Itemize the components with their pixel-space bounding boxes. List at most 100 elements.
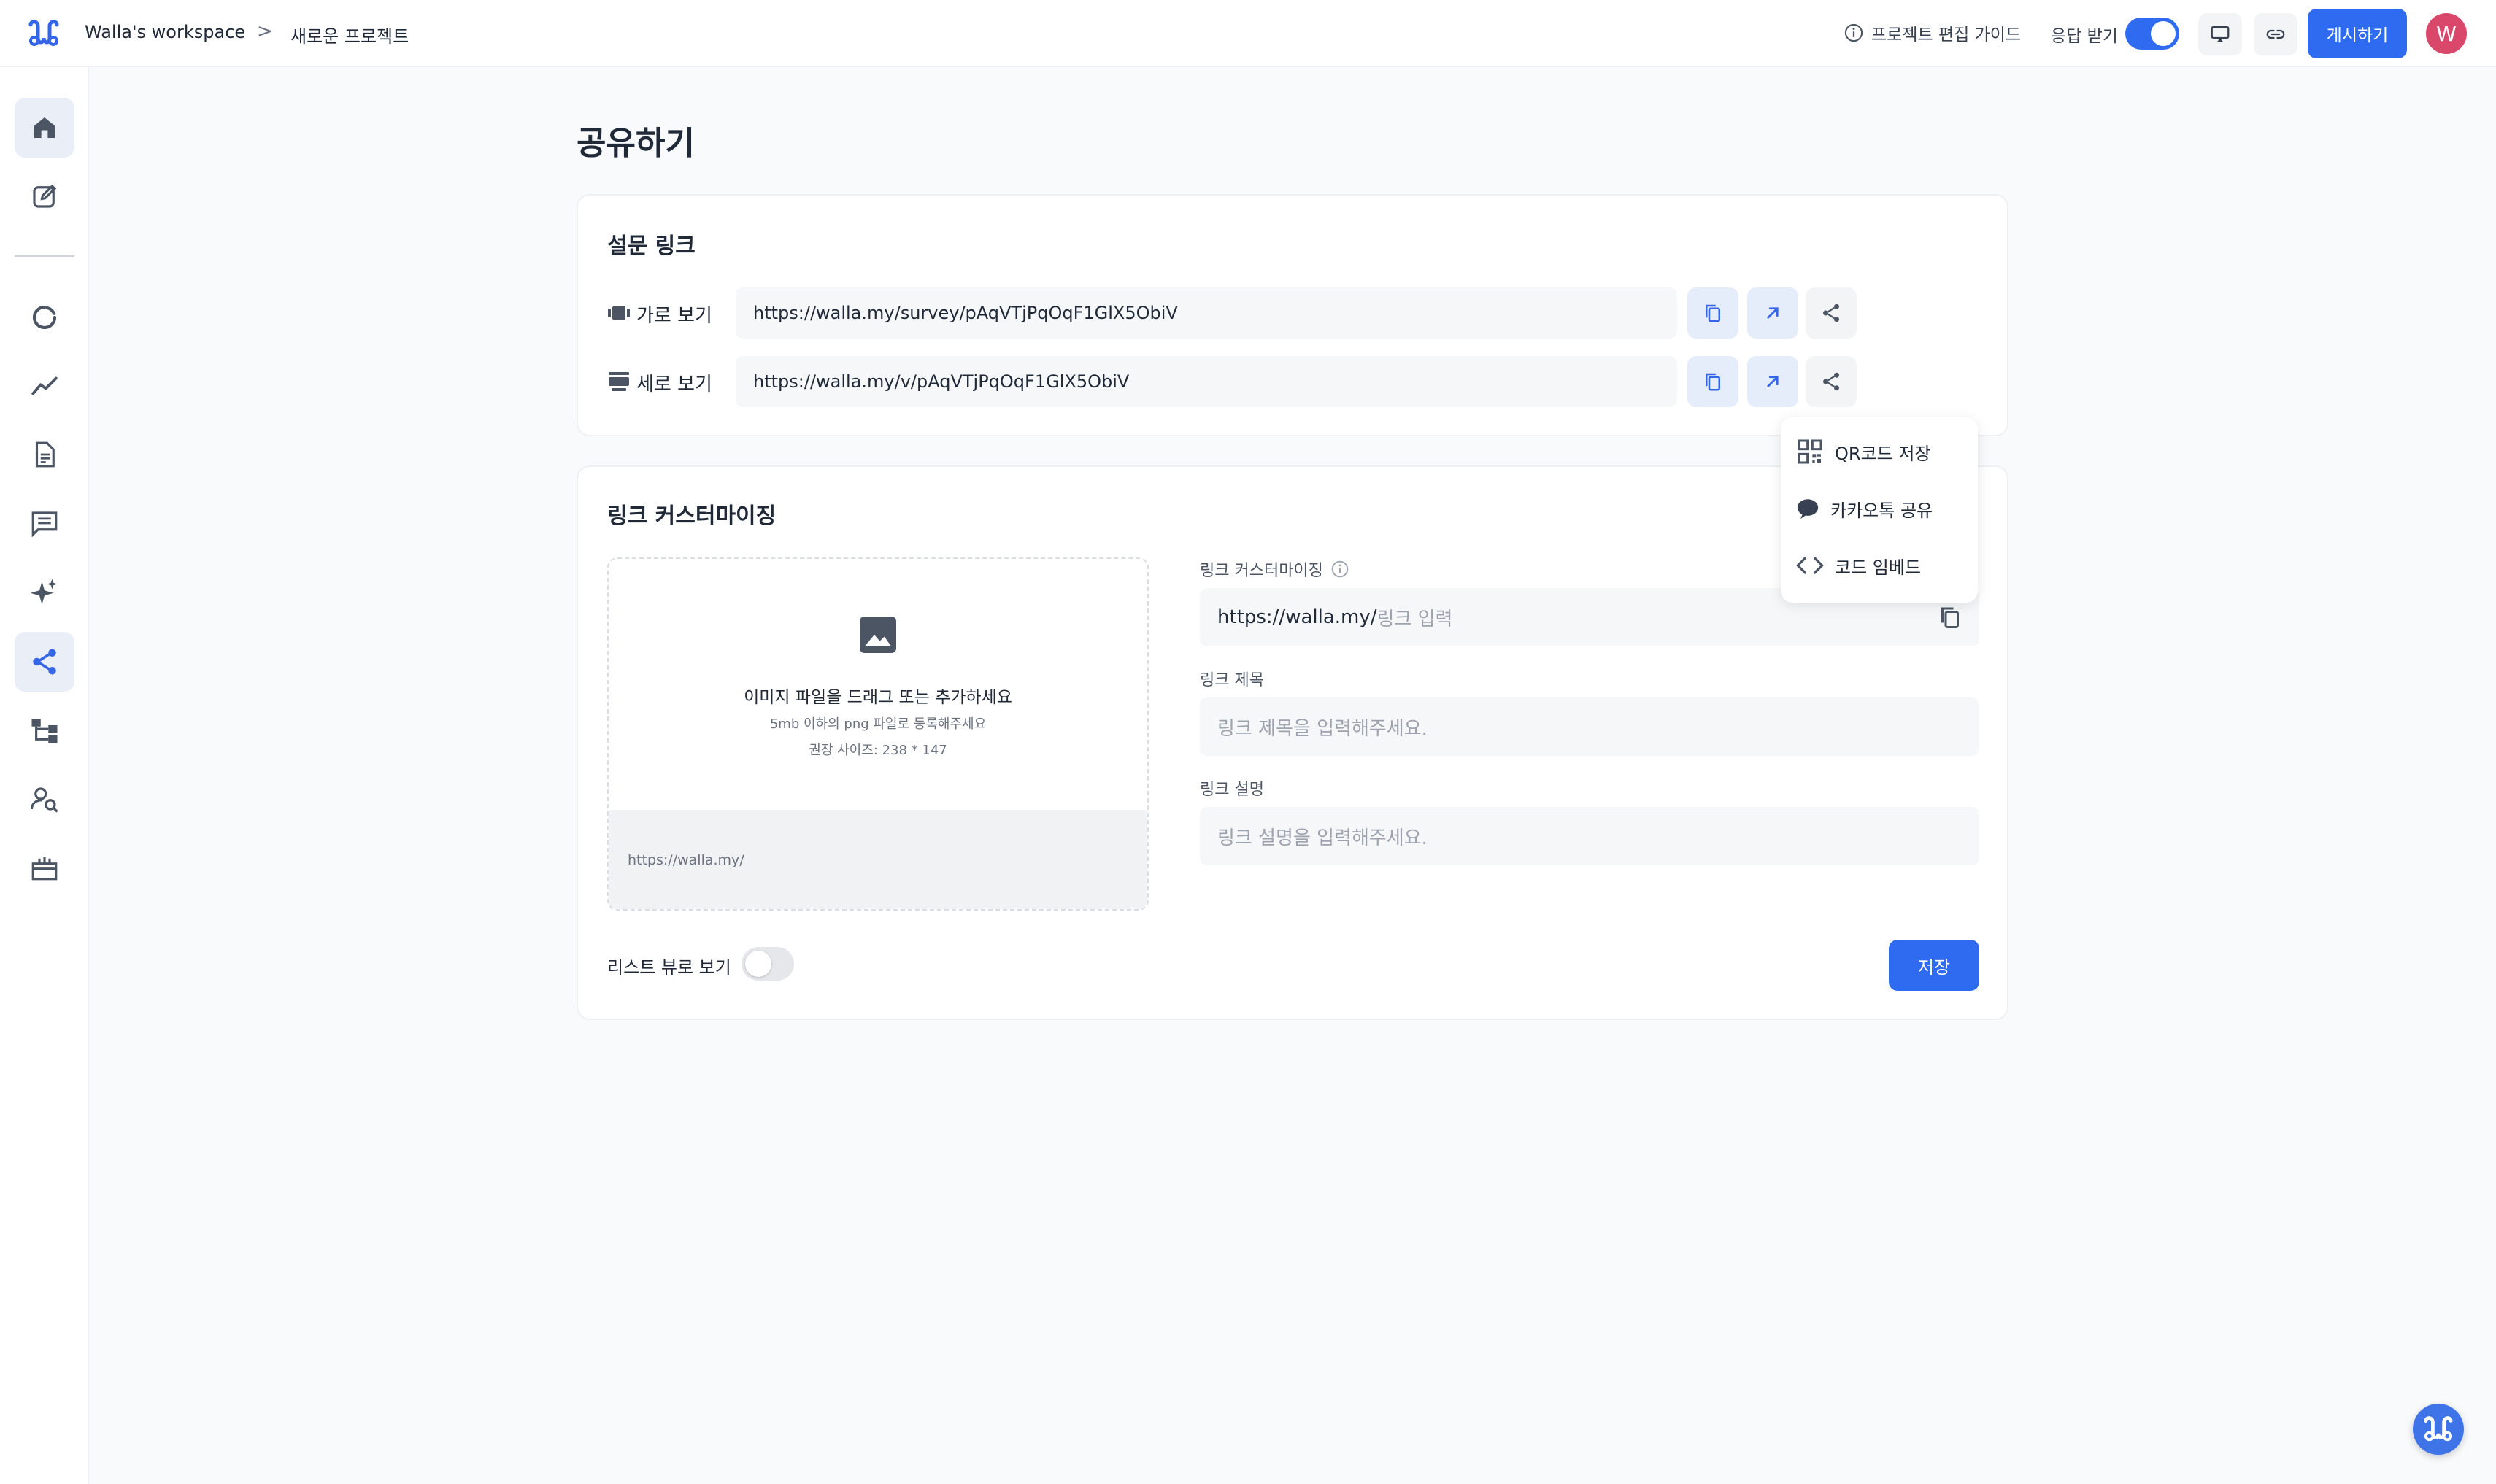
qr-code-icon (1798, 439, 1822, 464)
sidebar-divider (15, 255, 74, 257)
analytics-icon (31, 376, 58, 395)
sidebar-item-document[interactable] (15, 425, 74, 484)
copy-icon (1706, 304, 1720, 322)
link-title-placeholder: 링크 제목을 입력해주세요. (1217, 717, 1428, 740)
share-icon (33, 649, 56, 675)
horizontal-view-icon (608, 306, 630, 320)
horizontal-url-field[interactable]: https://walla.my/survey/pAqVTjPqOqF1GlX5… (736, 287, 1677, 339)
copy-icon[interactable] (1937, 604, 1963, 630)
open-vertical-button[interactable] (1747, 356, 1798, 407)
comments-icon (31, 511, 58, 538)
open-external-icon (1767, 376, 1779, 387)
help-chat-button[interactable] (2413, 1404, 2464, 1455)
top-header: Walla's workspace > 새로운 프로젝트 프로젝트 편집 가이드… (0, 0, 2496, 67)
qr-save-item[interactable]: QR코드 저장 (1795, 433, 1931, 470)
open-horizontal-button[interactable] (1747, 287, 1798, 339)
code-icon (1796, 557, 1824, 574)
list-view-toggle[interactable] (742, 947, 794, 981)
upload-size-hint: 5mb 이하의 png 파일로 등록해주세요 (769, 716, 987, 732)
breadcrumb-workspace[interactable]: Walla's workspace (85, 22, 245, 42)
custom-link-placeholder: 링크 입력 (1376, 608, 1453, 630)
save-button[interactable]: 저장 (1889, 940, 1979, 991)
share-vertical-button[interactable] (1806, 356, 1857, 407)
share-icon (1823, 304, 1839, 322)
breadcrumb-project[interactable]: 새로운 프로젝트 (290, 22, 409, 47)
edit-icon (33, 184, 57, 208)
kakao-chat-icon (1797, 499, 1819, 519)
edit-guide-label: 프로젝트 편집 가이드 (1871, 26, 2022, 45)
info-icon[interactable] (1330, 560, 1349, 579)
custom-link-prefix: https://walla.my/ (1217, 606, 1377, 628)
document-icon (35, 441, 55, 468)
sidebar-item-edit[interactable] (15, 166, 74, 226)
link-title-input[interactable]: 링크 제목을 입력해주세요. (1200, 697, 1979, 756)
page-title: 공유하기 (577, 125, 695, 162)
qr-save-label: QR코드 저장 (1835, 443, 1931, 464)
custom-link-label: 링크 커스터마이징 (1200, 557, 1349, 581)
sidebar-item-share[interactable] (15, 632, 74, 692)
code-embed-label: 코드 임베드 (1835, 557, 1922, 578)
gift-icon (31, 857, 58, 881)
walla-logo-icon (2424, 1416, 2453, 1442)
responses-label: 응답 받기 (2051, 27, 2118, 46)
link-icon (2266, 29, 2285, 39)
share-dropdown-menu: QR코드 저장 카카오톡 공유 코드 임베드 (1781, 417, 1978, 603)
user-search-icon (30, 787, 58, 813)
copy-icon (1706, 373, 1720, 391)
link-desc-placeholder: 링크 설명을 입력해주세요. (1217, 827, 1428, 849)
sidebar-item-user-search[interactable] (15, 769, 74, 829)
monitor-icon (2211, 26, 2230, 42)
list-view-label: 리스트 뷰로 보기 (607, 957, 731, 978)
vertical-url-field[interactable]: https://walla.my/v/pAqVTjPqOqF1GlX5ObiV (736, 356, 1677, 407)
survey-link-card: 설문 링크 가로 보기 https://walla.my/survey/pAqV… (577, 194, 2008, 436)
open-external-icon (1767, 307, 1779, 319)
share-icon (1823, 372, 1839, 391)
edit-guide-link[interactable]: 프로젝트 편집 가이드 (1844, 20, 2021, 45)
responses-toggle[interactable] (2125, 18, 2179, 50)
kakao-share-label: 카카오톡 공유 (1830, 500, 1933, 521)
kakao-share-item[interactable]: 카카오톡 공유 (1795, 490, 1933, 527)
home-icon (34, 117, 55, 138)
share-horizontal-button[interactable] (1806, 287, 1857, 339)
upload-recommended-size: 권장 사이즈: 238 * 147 (809, 743, 947, 758)
copy-link-button[interactable] (2254, 13, 2297, 55)
toggle-knob (745, 951, 771, 977)
link-desc-label: 링크 설명 (1200, 781, 1264, 799)
preview-button[interactable] (2198, 13, 2242, 55)
sidebar-item-gift[interactable] (15, 838, 74, 897)
link-title-label: 링크 제목 (1200, 671, 1264, 689)
toggle-knob (2151, 21, 2176, 46)
preview-footer: https://walla.my/ (609, 810, 1147, 909)
survey-link-title: 설문 링크 (607, 233, 696, 259)
copy-horizontal-button[interactable] (1687, 287, 1738, 339)
horizontal-link-row: 가로 보기 https://walla.my/survey/pAqVTjPqOq… (607, 287, 1979, 339)
sidebar-item-ai[interactable] (15, 562, 74, 622)
breadcrumb-separator: > (257, 20, 273, 42)
image-icon (860, 617, 896, 653)
info-icon (1844, 23, 1863, 42)
sidebar (0, 67, 89, 1484)
copy-vertical-button[interactable] (1687, 356, 1738, 407)
refresh-icon (32, 305, 57, 330)
link-customize-title: 링크 커스터마이징 (607, 503, 777, 529)
custom-link-label-text: 링크 커스터마이징 (1200, 562, 1323, 580)
sidebar-item-flow[interactable] (15, 700, 74, 760)
sidebar-item-analytics[interactable] (15, 356, 74, 416)
vertical-view-label: 세로 보기 (636, 374, 712, 395)
sidebar-item-refresh[interactable] (15, 287, 74, 347)
walla-logo-icon[interactable] (28, 19, 60, 48)
sparkle-icon (30, 579, 58, 605)
image-upload-dropzone[interactable]: 이미지 파일을 드래그 또는 추가하세요 5mb 이하의 png 파일로 등록해… (607, 557, 1149, 911)
sidebar-item-home[interactable] (15, 98, 74, 158)
horizontal-view-label: 가로 보기 (636, 305, 712, 327)
avatar[interactable]: W (2426, 13, 2467, 54)
link-desc-input[interactable]: 링크 설명을 입력해주세요. (1200, 807, 1979, 865)
vertical-link-row: 세로 보기 https://walla.my/v/pAqVTjPqOqF1GlX… (607, 356, 1979, 407)
publish-button[interactable]: 게시하기 (2308, 9, 2407, 58)
sidebar-item-comments[interactable] (15, 493, 74, 553)
flow-icon (31, 719, 58, 743)
preview-footer-url: https://walla.my/ (628, 852, 744, 868)
vertical-view-icon (609, 372, 629, 391)
code-embed-item[interactable]: 코드 임베드 (1795, 547, 1921, 584)
upload-instruction: 이미지 파일을 드래그 또는 추가하세요 (744, 688, 1012, 707)
